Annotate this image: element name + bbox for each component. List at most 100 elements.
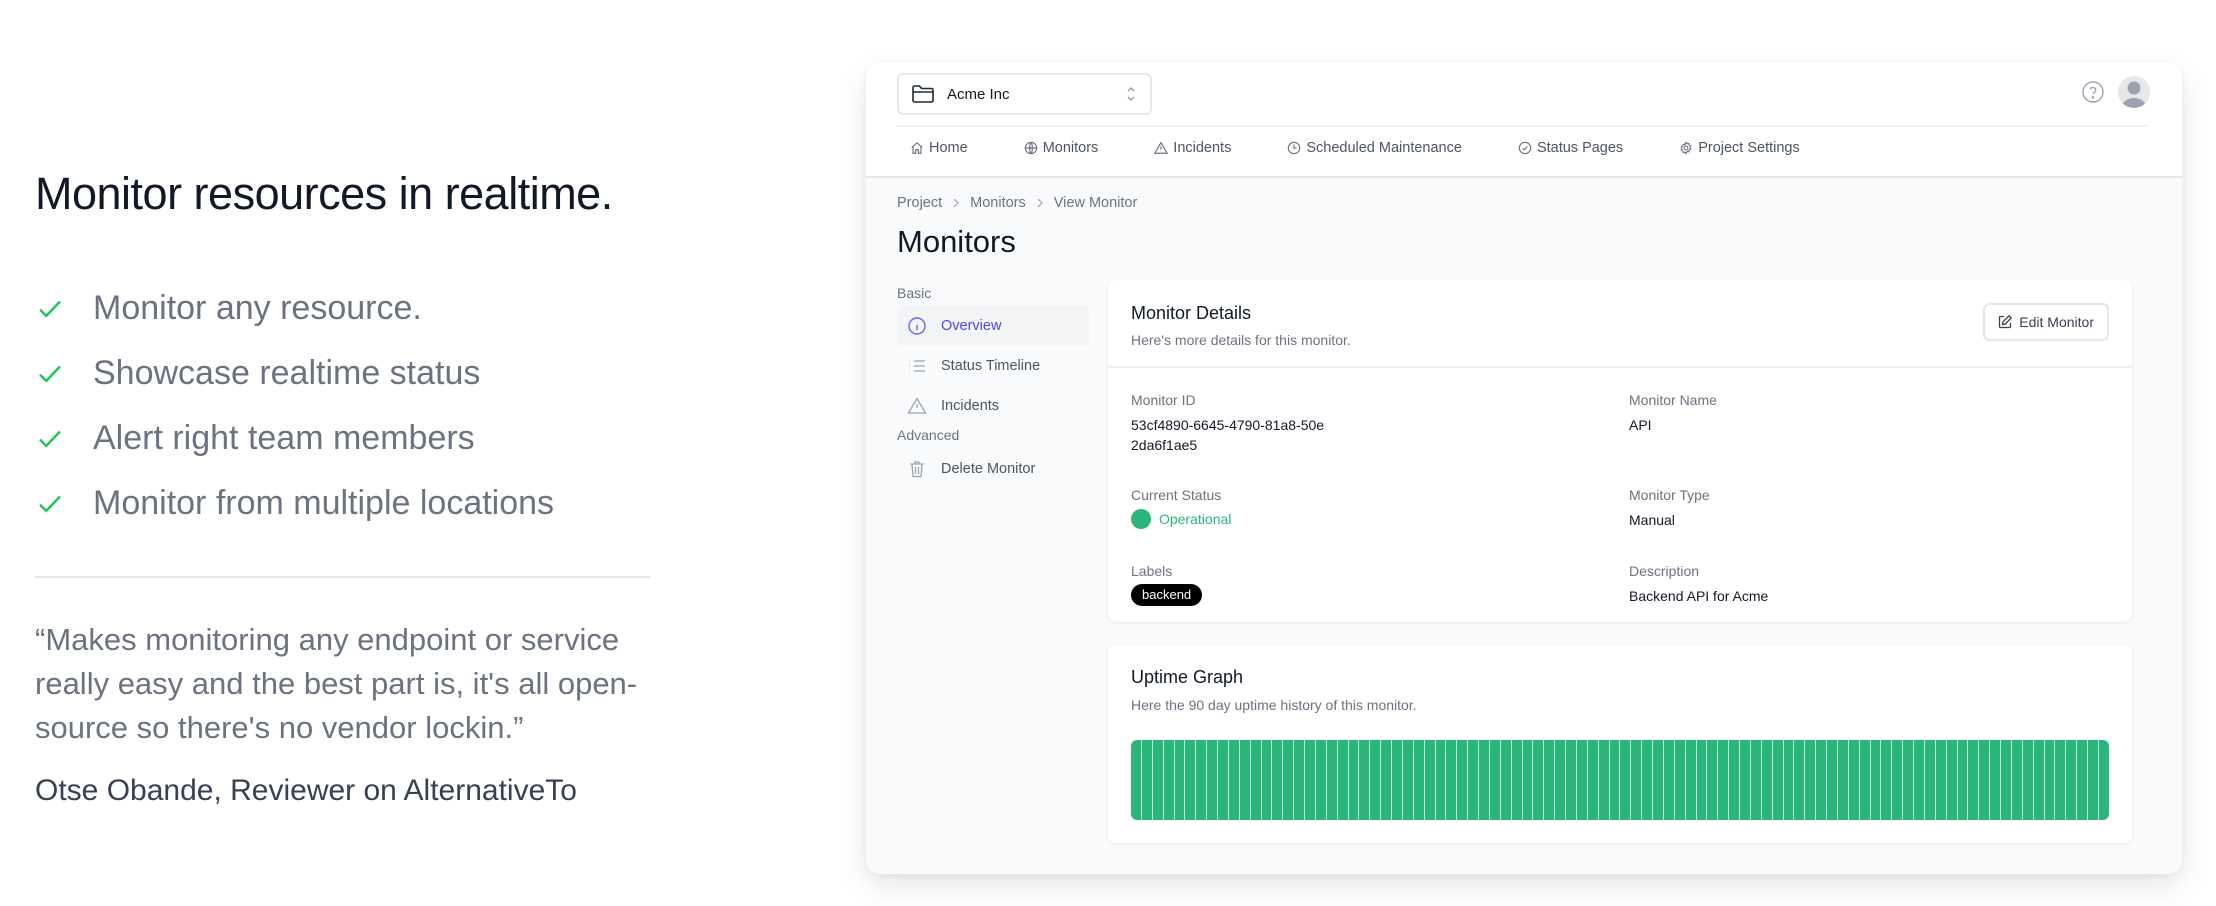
uptime-day-bar[interactable] bbox=[1587, 740, 1599, 820]
side-item-delete-monitor[interactable]: Delete Monitor bbox=[897, 449, 1089, 489]
uptime-day-bar[interactable] bbox=[1827, 740, 1838, 820]
uptime-day-bar[interactable] bbox=[1468, 740, 1479, 820]
uptime-day-bar[interactable] bbox=[1413, 740, 1425, 820]
uptime-day-bar[interactable] bbox=[1631, 740, 1643, 820]
uptime-day-bar[interactable] bbox=[1761, 740, 1773, 820]
uptime-day-bar[interactable] bbox=[1555, 740, 1566, 820]
nav-scheduled-maintenance[interactable]: Scheduled Maintenance bbox=[1287, 140, 1462, 156]
uptime-day-bar[interactable] bbox=[1837, 740, 1849, 820]
uptime-day-bar[interactable] bbox=[1707, 740, 1719, 820]
uptime-day-bar[interactable] bbox=[1805, 740, 1817, 820]
uptime-day-bar[interactable] bbox=[1598, 740, 1610, 820]
uptime-day-bar[interactable] bbox=[1305, 740, 1316, 820]
uptime-day-bar[interactable] bbox=[1848, 740, 1860, 820]
uptime-day-bar[interactable] bbox=[1935, 740, 1947, 820]
uptime-day-bar[interactable] bbox=[2022, 740, 2034, 820]
uptime-day-bar[interactable] bbox=[1924, 740, 1936, 820]
uptime-day-bar[interactable] bbox=[1685, 740, 1697, 820]
uptime-day-bar[interactable] bbox=[2033, 740, 2045, 820]
uptime-day-bar[interactable] bbox=[1663, 740, 1675, 820]
uptime-day-bar[interactable] bbox=[2055, 740, 2067, 820]
nav-monitors[interactable]: Monitors bbox=[1024, 140, 1098, 156]
uptime-day-bar[interactable] bbox=[1533, 740, 1545, 820]
breadcrumb-monitors[interactable]: Monitors bbox=[970, 195, 1026, 211]
nav-home[interactable]: Home bbox=[910, 140, 968, 156]
side-item-incidents[interactable]: Incidents bbox=[897, 386, 1089, 426]
nav-project-settings[interactable]: Project Settings bbox=[1679, 140, 1800, 156]
uptime-day-bar[interactable] bbox=[1903, 740, 1914, 820]
uptime-day-bar[interactable] bbox=[1174, 740, 1186, 820]
uptime-day-bar[interactable] bbox=[2088, 740, 2099, 820]
uptime-day-bar[interactable] bbox=[1718, 740, 1730, 820]
uptime-day-bar[interactable] bbox=[1968, 740, 1980, 820]
edit-monitor-button[interactable]: Edit Monitor bbox=[1983, 303, 2109, 341]
uptime-day-bar[interactable] bbox=[1544, 740, 1556, 820]
uptime-day-bar[interactable] bbox=[1326, 740, 1338, 820]
uptime-day-bar[interactable] bbox=[1218, 740, 1229, 820]
uptime-day-bar[interactable] bbox=[1359, 740, 1371, 820]
uptime-day-bar[interactable] bbox=[1239, 740, 1251, 820]
uptime-day-bar[interactable] bbox=[2001, 740, 2012, 820]
uptime-day-bar[interactable] bbox=[1500, 740, 1512, 820]
uptime-day-bar[interactable] bbox=[1479, 740, 1490, 820]
uptime-day-bar[interactable] bbox=[1392, 740, 1403, 820]
uptime-day-bar[interactable] bbox=[2044, 740, 2056, 820]
uptime-day-bar[interactable] bbox=[1446, 740, 1458, 820]
uptime-day-bar[interactable] bbox=[1892, 740, 1904, 820]
uptime-day-bar[interactable] bbox=[1489, 740, 1501, 820]
uptime-day-bar[interactable] bbox=[1740, 740, 1751, 820]
uptime-day-bar[interactable] bbox=[1772, 740, 1784, 820]
uptime-day-bar[interactable] bbox=[1783, 740, 1795, 820]
uptime-day-bar[interactable] bbox=[1131, 740, 1142, 820]
uptime-day-bar[interactable] bbox=[1522, 740, 1534, 820]
nav-status-pages[interactable]: Status Pages bbox=[1518, 140, 1623, 156]
uptime-day-bar[interactable] bbox=[1576, 740, 1588, 820]
uptime-day-bar[interactable] bbox=[1794, 740, 1806, 820]
uptime-day-bar[interactable] bbox=[1152, 740, 1164, 820]
uptime-day-bar[interactable] bbox=[2098, 740, 2109, 820]
uptime-day-bar[interactable] bbox=[1642, 740, 1653, 820]
side-item-status-timeline[interactable]: Status Timeline bbox=[897, 346, 1089, 386]
uptime-day-bar[interactable] bbox=[1566, 740, 1577, 820]
uptime-day-bar[interactable] bbox=[1315, 740, 1327, 820]
uptime-day-bar[interactable] bbox=[1228, 740, 1240, 820]
uptime-day-bar[interactable] bbox=[1881, 740, 1893, 820]
uptime-day-bar[interactable] bbox=[1207, 740, 1218, 820]
uptime-day-bar[interactable] bbox=[1457, 740, 1469, 820]
uptime-day-bar[interactable] bbox=[1620, 740, 1632, 820]
uptime-day-bar[interactable] bbox=[1283, 740, 1295, 820]
uptime-day-bar[interactable] bbox=[1370, 740, 1382, 820]
uptime-day-bar[interactable] bbox=[1696, 740, 1708, 820]
uptime-day-bar[interactable] bbox=[1816, 740, 1827, 820]
uptime-day-bar[interactable] bbox=[1381, 740, 1392, 820]
uptime-day-bar[interactable] bbox=[1859, 740, 1871, 820]
uptime-day-bar[interactable] bbox=[1337, 740, 1349, 820]
uptime-day-bar[interactable] bbox=[1402, 740, 1414, 820]
uptime-day-bar[interactable] bbox=[1914, 740, 1925, 820]
uptime-day-bar[interactable] bbox=[1870, 740, 1882, 820]
uptime-day-bar[interactable] bbox=[1653, 740, 1664, 820]
breadcrumb-project[interactable]: Project bbox=[897, 195, 942, 211]
uptime-day-bar[interactable] bbox=[1424, 740, 1436, 820]
uptime-day-bar[interactable] bbox=[2011, 740, 2023, 820]
uptime-day-bar[interactable] bbox=[1272, 740, 1284, 820]
uptime-day-bar[interactable] bbox=[1185, 740, 1197, 820]
project-selector[interactable]: Acme Inc bbox=[897, 73, 1152, 115]
uptime-day-bar[interactable] bbox=[1750, 740, 1762, 820]
help-icon[interactable] bbox=[2081, 80, 2105, 104]
uptime-day-bar[interactable] bbox=[1957, 740, 1969, 820]
uptime-day-bar[interactable] bbox=[1729, 740, 1740, 820]
uptime-day-bar[interactable] bbox=[1674, 740, 1686, 820]
uptime-day-bar[interactable] bbox=[1979, 740, 1991, 820]
uptime-day-bar[interactable] bbox=[1609, 740, 1621, 820]
uptime-day-bar[interactable] bbox=[1348, 740, 1360, 820]
uptime-day-bar[interactable] bbox=[1141, 740, 1153, 820]
uptime-day-bar[interactable] bbox=[1261, 740, 1273, 820]
uptime-day-bar[interactable] bbox=[1946, 740, 1958, 820]
uptime-day-bar[interactable] bbox=[1163, 740, 1175, 820]
uptime-day-bar[interactable] bbox=[2077, 740, 2088, 820]
uptime-day-bar[interactable] bbox=[2066, 740, 2078, 820]
nav-incidents[interactable]: Incidents bbox=[1154, 140, 1231, 156]
side-item-overview[interactable]: Overview bbox=[897, 306, 1089, 346]
user-avatar[interactable] bbox=[2118, 76, 2150, 108]
